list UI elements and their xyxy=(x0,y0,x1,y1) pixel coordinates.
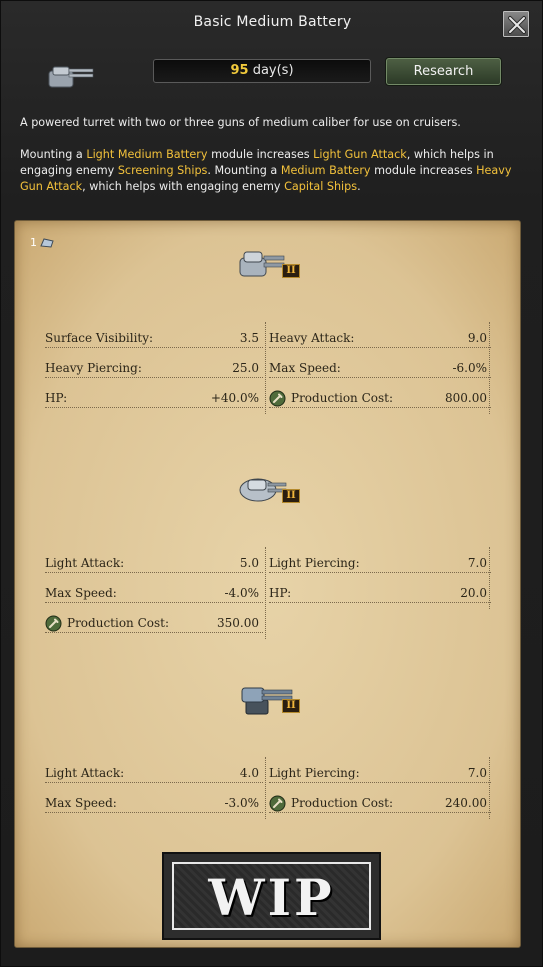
stat-value: -3.0% xyxy=(224,796,259,810)
stat-label: Production Cost: xyxy=(291,391,394,405)
highlighted-term[interactable]: Screening Ships xyxy=(118,164,208,177)
stat-value: 5.0 xyxy=(239,556,259,570)
stat-row: HP: +40.0% xyxy=(45,390,263,408)
stat-label: Light Attack: xyxy=(45,766,125,780)
stat-row: Max Speed: -6.0% xyxy=(269,360,491,378)
production-cost-row: Production Cost: 800.00 xyxy=(269,390,491,408)
stat-label: Surface Visibility: xyxy=(45,331,154,345)
highlighted-term[interactable]: Light Medium Battery xyxy=(86,148,207,161)
production-cost-row: Production Cost: 240.00 xyxy=(269,795,491,813)
production-cost-row: Production Cost: 350.00 xyxy=(45,615,263,633)
stat-label: Production Cost: xyxy=(291,796,394,810)
description-text: module increases xyxy=(207,148,314,161)
right-divider xyxy=(489,322,490,414)
stat-label: Max Speed: xyxy=(45,586,117,600)
stat-row: Light Attack: 4.0 xyxy=(45,765,263,783)
turret-tech-icon xyxy=(48,66,94,88)
stat-row: Surface Visibility: 3.5 xyxy=(45,330,263,348)
description-line-1: A powered turret with two or three guns … xyxy=(20,116,461,129)
wip-placeholder: WIP xyxy=(162,852,381,940)
stat-label: Production Cost: xyxy=(67,616,170,630)
module-count-badge: 1 xyxy=(30,236,54,249)
tier-badge: II xyxy=(282,489,300,503)
stat-label: Light Piercing: xyxy=(269,556,360,570)
wip-frame: WIP xyxy=(172,862,371,930)
tier-badge: II xyxy=(282,699,300,713)
stat-label: Max Speed: xyxy=(45,796,117,810)
stat-value: 4.0 xyxy=(239,766,259,780)
description-paragraph-2: Mounting a Light Medium Battery module i… xyxy=(20,147,525,195)
stat-label: Max Speed: xyxy=(269,361,341,375)
description-text: . Mounting a xyxy=(207,164,281,177)
production-cost-icon xyxy=(269,390,286,407)
description-text: module increases xyxy=(370,164,477,177)
stat-label: Light Piercing: xyxy=(269,766,360,780)
module-count: 1 xyxy=(30,236,37,249)
stat-row: Heavy Attack: 9.0 xyxy=(269,330,491,348)
highlighted-term[interactable]: Capital Ships xyxy=(284,180,357,193)
production-cost-icon xyxy=(269,795,286,812)
stat-value: 20.0 xyxy=(460,586,487,600)
tech-description: A powered turret with two or three guns … xyxy=(20,115,525,211)
window-title: Basic Medium Battery xyxy=(193,14,352,30)
days-value: 95 xyxy=(230,63,249,78)
description-text: Mounting a xyxy=(20,148,87,161)
tier-badge: II xyxy=(282,264,300,278)
days-unit: day(s) xyxy=(248,63,294,78)
stat-row: Light Attack: 5.0 xyxy=(45,555,263,573)
stat-row: Light Piercing: 7.0 xyxy=(269,555,491,573)
research-duration: 95 day(s) xyxy=(153,59,371,83)
module-slot-icon xyxy=(40,238,54,248)
stat-value: 25.0 xyxy=(232,361,259,375)
production-cost-icon xyxy=(45,615,62,632)
description-text: . xyxy=(357,180,361,193)
stat-value: +40.0% xyxy=(210,391,259,405)
close-button[interactable] xyxy=(502,10,530,38)
stat-label: Heavy Attack: xyxy=(269,331,355,345)
right-divider xyxy=(489,547,490,609)
stat-value: 9.0 xyxy=(467,331,487,345)
stat-row: Max Speed: -4.0% xyxy=(45,585,263,603)
stat-value: 3.5 xyxy=(239,331,259,345)
close-icon xyxy=(508,16,526,34)
stat-label: HP: xyxy=(269,586,292,600)
description-text: , which helps with engaging enemy xyxy=(82,180,285,193)
stat-value: 350.00 xyxy=(217,616,259,630)
stat-value: 7.0 xyxy=(467,766,487,780)
highlighted-term[interactable]: Medium Battery xyxy=(281,164,371,177)
stat-value: -4.0% xyxy=(224,586,259,600)
column-divider xyxy=(265,547,266,639)
stat-row: Light Piercing: 7.0 xyxy=(269,765,491,783)
stat-row: HP: 20.0 xyxy=(269,585,491,603)
stat-row: Max Speed: -3.0% xyxy=(45,795,263,813)
column-divider xyxy=(265,757,266,819)
research-button[interactable]: Research xyxy=(386,58,501,85)
stat-row: Heavy Piercing: 25.0 xyxy=(45,360,263,378)
stat-value: 240.00 xyxy=(445,796,487,810)
stat-label: Heavy Piercing: xyxy=(45,361,142,375)
stat-value: 800.00 xyxy=(445,391,487,405)
right-divider xyxy=(489,757,490,819)
stat-value: 7.0 xyxy=(467,556,487,570)
stat-label: HP: xyxy=(45,391,68,405)
stat-value: -6.0% xyxy=(452,361,487,375)
stat-label: Light Attack: xyxy=(45,556,125,570)
column-divider xyxy=(265,322,266,414)
highlighted-term[interactable]: Light Gun Attack xyxy=(313,148,407,161)
wip-label: WIP xyxy=(208,868,335,927)
